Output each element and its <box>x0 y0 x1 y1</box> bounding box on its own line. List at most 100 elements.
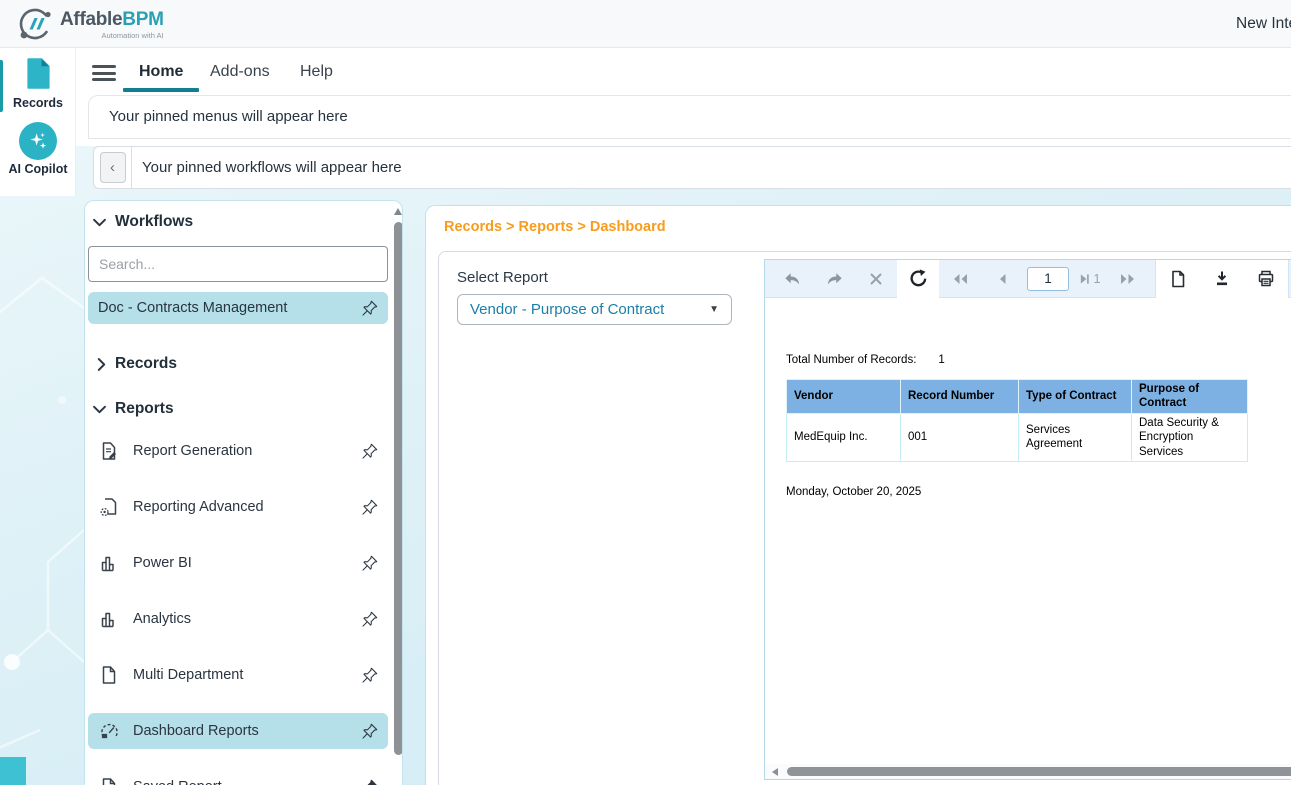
first-page-button[interactable] <box>939 260 981 298</box>
cancel-button[interactable] <box>855 260 897 298</box>
column-header-record-number: Record Number <box>901 380 1019 414</box>
sidebar-item-saved-report[interactable]: Saved Report <box>88 769 388 785</box>
scroll-left-arrow[interactable] <box>772 768 778 776</box>
report-generation-icon <box>100 441 120 461</box>
workflow-item-doc-contracts-management[interactable]: Doc - Contracts Management <box>88 292 388 324</box>
workflows-section-toggle[interactable]: Workflows <box>93 211 193 233</box>
pin-icon[interactable] <box>361 443 378 460</box>
report-date: Monday, October 20, 2025 <box>786 486 921 498</box>
report-viewer: 1 Tot <box>764 259 1291 780</box>
sidebar-item-label: Reporting Advanced <box>133 499 361 515</box>
table-header-row: Vendor Record Number Type of Contract Pu… <box>787 380 1248 414</box>
scroll-up-arrow[interactable] <box>394 208 402 215</box>
background-pattern <box>0 190 84 785</box>
rail-item-ai-copilot[interactable]: AI Copilot <box>0 122 76 176</box>
refresh-icon <box>909 269 928 288</box>
top-right-text: New Inte <box>1236 15 1291 33</box>
sidebar-item-analytics[interactable]: Analytics <box>88 601 388 637</box>
page-number-input[interactable] <box>1027 267 1069 291</box>
cell-vendor: MedEquip Inc. <box>787 413 901 461</box>
rail-item-records[interactable]: Records <box>0 58 76 110</box>
print-button[interactable] <box>1244 260 1288 298</box>
chevron-down-icon <box>93 405 106 414</box>
report-select-dropdown[interactable]: Vendor - Purpose of Contract ▼ <box>457 294 732 325</box>
sidebar-item-multi-department[interactable]: Multi Department <box>88 657 388 693</box>
workflows-section-label: Workflows <box>115 213 193 231</box>
scrollbar-thumb[interactable] <box>787 767 1291 776</box>
collapse-button[interactable]: ‹ <box>100 152 126 183</box>
sidebar-item-power-bi[interactable]: Power BI <box>88 545 388 581</box>
pinned-menus-bar: Your pinned menus will appear here <box>88 95 1291 139</box>
page-icon <box>1170 270 1186 288</box>
chevron-right-icon <box>97 358 106 371</box>
tab-help[interactable]: Help <box>300 61 333 83</box>
total-records-value: 1 <box>938 354 944 366</box>
sidebar-item-reporting-advanced[interactable]: Reporting Advanced <box>88 489 388 525</box>
document-icon <box>100 665 120 685</box>
document-icon <box>100 777 120 785</box>
report-page: Total Number of Records: 1 Vendor Record… <box>765 298 1291 779</box>
bar-chart-icon <box>100 609 120 629</box>
pin-icon[interactable] <box>361 555 378 572</box>
corner-accent <box>0 757 26 785</box>
select-report-label: Select Report <box>457 269 548 286</box>
rail-item-label: Records <box>0 96 76 110</box>
sidebar-item-label: Saved Report <box>133 779 361 785</box>
sidebar-item-label: Report Generation <box>133 443 361 459</box>
dashboard-icon <box>100 722 120 741</box>
cell-purpose-of-contract: Data Security & Encryption Services <box>1132 413 1248 461</box>
ai-copilot-icon <box>19 122 57 160</box>
reporting-advanced-icon <box>100 497 120 517</box>
tab-home[interactable]: Home <box>139 61 183 83</box>
app-logo[interactable]: AffableBPM Automation with AI <box>16 5 164 43</box>
report-table: Vendor Record Number Type of Contract Pu… <box>786 379 1248 462</box>
sidebar-item-dashboard-reports[interactable]: Dashboard Reports <box>88 713 388 749</box>
horizontal-scrollbar[interactable] <box>765 764 1291 779</box>
scrollbar-thumb[interactable] <box>394 222 403 755</box>
forward-button[interactable] <box>813 260 855 298</box>
column-header-vendor: Vendor <box>787 380 901 414</box>
back-arrow-icon <box>783 271 802 287</box>
records-section-toggle[interactable]: Records <box>97 353 177 375</box>
reports-section-toggle[interactable]: Reports <box>93 398 174 420</box>
pin-icon[interactable] <box>361 300 378 317</box>
top-header: AffableBPM Automation with AI New Inte <box>0 0 1291 48</box>
sidebar-scrollbar[interactable] <box>392 201 403 785</box>
selected-report-value: Vendor - Purpose of Contract <box>470 301 709 318</box>
rail-item-label: AI Copilot <box>0 162 76 176</box>
pin-icon[interactable] <box>361 723 378 740</box>
workflows-panel: Workflows Doc - Contracts Management Rec… <box>84 200 403 785</box>
pin-icon[interactable] <box>361 611 378 628</box>
pin-icon[interactable] <box>361 667 378 684</box>
reports-section-label: Reports <box>115 400 174 418</box>
tab-add-ons[interactable]: Add-ons <box>210 61 270 83</box>
download-button[interactable] <box>1200 260 1244 298</box>
pin-icon[interactable] <box>361 499 378 516</box>
workflow-search-input[interactable] <box>88 246 388 282</box>
logo-text-secondary: BPM <box>122 9 163 30</box>
previous-page-button[interactable] <box>981 260 1023 298</box>
logo-text-primary: Affable <box>60 9 122 30</box>
back-button[interactable] <box>771 260 813 298</box>
left-icon-rail: Records AI Copilot <box>0 48 76 196</box>
app-logo-icon <box>16 5 54 43</box>
logo-tagline: Automation with AI <box>60 32 164 40</box>
refresh-button[interactable] <box>897 260 939 298</box>
download-icon <box>1214 270 1230 287</box>
records-icon <box>25 58 52 89</box>
active-indicator <box>0 60 3 112</box>
fast-forward-icon <box>1120 273 1136 285</box>
page-total-indicator: 1 <box>1073 271 1107 286</box>
cell-record-number: 001 <box>901 413 1019 461</box>
breadcrumb: Records > Reports > Dashboard <box>444 219 666 235</box>
last-page-button[interactable] <box>1107 260 1149 298</box>
print-layout-button[interactable] <box>1156 260 1200 298</box>
pin-icon[interactable] <box>361 779 378 785</box>
chevron-down-icon: ▼ <box>709 304 719 315</box>
rewind-icon <box>952 273 968 285</box>
hamburger-menu-icon[interactable] <box>92 65 116 81</box>
main-panel: Records > Reports > Dashboard Select Rep… <box>425 205 1291 785</box>
table-row: MedEquip Inc. 001 Services Agreement Dat… <box>787 413 1248 461</box>
bar-chart-icon <box>100 553 120 573</box>
sidebar-item-report-generation[interactable]: Report Generation <box>88 433 388 469</box>
